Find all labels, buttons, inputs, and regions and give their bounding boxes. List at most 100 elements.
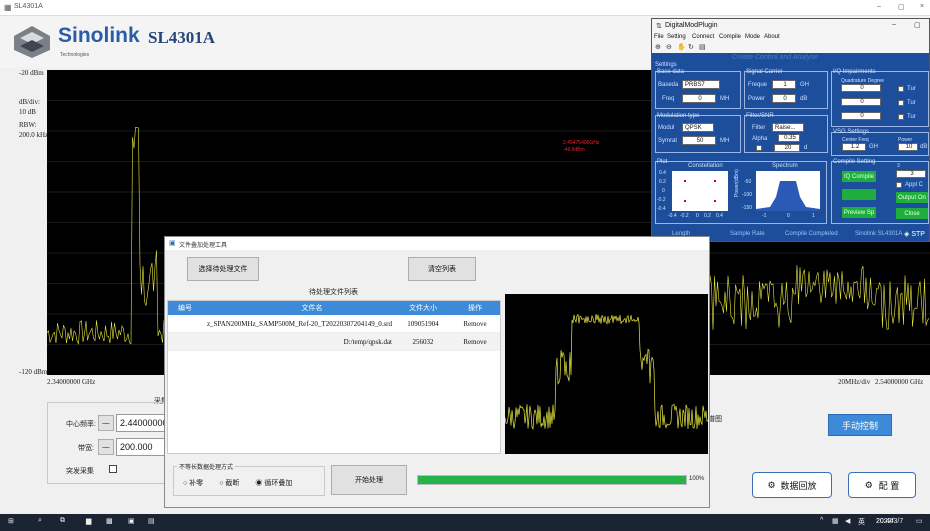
- output-on-button[interactable]: Output On: [896, 192, 928, 203]
- alpha-input[interactable]: 0.35: [778, 134, 800, 142]
- filter-select[interactable]: Raise...: [772, 123, 804, 132]
- radio-unchecked-icon: ○: [219, 480, 224, 487]
- select-files-button[interactable]: 选择待处理文件: [187, 257, 259, 281]
- freq-input[interactable]: 0: [682, 94, 716, 103]
- impairment-input-1[interactable]: 0: [841, 84, 881, 92]
- system-tray-chevron-icon[interactable]: ^: [820, 517, 823, 524]
- status-logo-text: STP: [911, 231, 925, 238]
- start-windows-icon[interactable]: ⊞: [8, 517, 14, 525]
- disabled-compile-button[interactable]: [842, 189, 876, 200]
- config-button[interactable]: ⚙ 配 置: [848, 472, 916, 498]
- file-explorer-icon[interactable]: ▆: [86, 517, 91, 525]
- remove-file-button[interactable]: Remove: [450, 320, 500, 328]
- oversamp-input[interactable]: 3: [896, 170, 926, 178]
- const-x-tick: 0: [696, 213, 699, 219]
- symrat-input[interactable]: 50: [682, 136, 716, 145]
- appl-c-checkbox[interactable]: [896, 182, 902, 188]
- tur-label-3: Tur: [907, 114, 916, 120]
- center-freq-minus-button[interactable]: —: [98, 415, 114, 431]
- app-taskbar-icon-3[interactable]: ▤: [148, 517, 155, 525]
- snr-checkbox[interactable]: [756, 145, 762, 151]
- snr-input[interactable]: 20: [774, 144, 800, 152]
- menu-about[interactable]: About: [764, 34, 780, 40]
- plugin-minimize-button[interactable]: –: [892, 21, 896, 28]
- option-truncate[interactable]: ○ 截断: [219, 478, 239, 488]
- option-loop-stack[interactable]: ◉ 循环叠加: [255, 478, 292, 488]
- bandwidth-minus-button[interactable]: —: [98, 439, 114, 455]
- plugin-close-button[interactable]: Close: [896, 208, 928, 219]
- network-icon[interactable]: ▦: [832, 517, 839, 525]
- burst-label: 突发采集: [66, 468, 94, 475]
- filter-label: Filter: [752, 125, 766, 131]
- vsg-freq-input[interactable]: 1.2: [842, 143, 866, 151]
- window-title-bar: ▦ SL4301A – ▢ ×: [0, 0, 930, 16]
- spec-x-tick: 1: [812, 213, 815, 219]
- start-processing-button[interactable]: 开始处理: [331, 465, 407, 495]
- notification-icon[interactable]: ▭: [916, 517, 923, 525]
- min-level-label: -120 dBm: [19, 368, 48, 376]
- menu-compile[interactable]: Compile: [719, 34, 741, 40]
- base-data-group: [655, 71, 741, 109]
- volume-icon[interactable]: ◀: [845, 517, 850, 525]
- rotate-icon[interactable]: ↻: [688, 43, 694, 51]
- freque-input[interactable]: 1: [772, 80, 796, 89]
- const-x-tick: -0.4: [668, 213, 677, 219]
- table-row[interactable]: z_SPAN200MHz_SAMP500M_Ref-20_T2022030720…: [168, 315, 500, 333]
- tur-checkbox-2[interactable]: [898, 100, 904, 106]
- file-name-cell: D:/temp/qpsk.dat: [343, 337, 392, 346]
- clear-list-button[interactable]: 清空列表: [408, 257, 476, 281]
- playback-button[interactable]: ⚙ 数据回放: [752, 472, 832, 498]
- vsg-power-input[interactable]: 10: [898, 143, 918, 151]
- option-zero-pad[interactable]: ○ 补零: [183, 478, 203, 488]
- impairment-input-2[interactable]: 0: [841, 98, 881, 106]
- plugin-restore-button[interactable]: ▢: [914, 21, 921, 29]
- pan-hand-icon[interactable]: ✋: [677, 43, 686, 51]
- menu-connect[interactable]: Connect: [692, 34, 714, 40]
- app-taskbar-icon[interactable]: ▩: [106, 517, 113, 525]
- base-data-label: Base data: [657, 69, 685, 75]
- freq-label: Freq: [662, 96, 675, 102]
- plugin-menu-bar: File Setting Connect Compile Mode About: [652, 33, 929, 42]
- ime-language[interactable]: 英: [858, 517, 865, 527]
- modulation-select[interactable]: QPSK: [682, 123, 714, 132]
- tur-checkbox-1[interactable]: [898, 86, 904, 92]
- zoom-out-icon[interactable]: ⊖: [666, 43, 672, 51]
- constellation-point: [714, 180, 716, 182]
- save-icon[interactable]: ▤: [699, 43, 706, 51]
- bandwidth-input[interactable]: 200.000: [116, 438, 166, 456]
- table-row[interactable]: D:/temp/qpsk.dat 256032 Remove: [168, 333, 500, 351]
- taskbar: ⊞ ⌕ ⧉ ▆ ▩ ▣ ▤ ^ ▦ ◀ 英 20:44 2022/3/7 ▭: [0, 514, 930, 531]
- menu-file[interactable]: File: [654, 34, 664, 40]
- close-button[interactable]: ×: [920, 3, 924, 10]
- settings-label: Settings: [655, 62, 677, 68]
- impairment-input-3[interactable]: 0: [841, 112, 881, 120]
- manual-control-button[interactable]: 手动控制: [828, 414, 892, 436]
- mode-options: ○ 补零 ○ 截断 ◉ 循环叠加: [183, 478, 292, 488]
- center-freq-input[interactable]: 2.44000000: [116, 414, 168, 432]
- power-input[interactable]: 0: [772, 94, 796, 103]
- menu-mode[interactable]: Mode: [745, 34, 760, 40]
- const-y-tick: 0.2: [659, 179, 666, 185]
- signal-carrier-group: [744, 71, 828, 109]
- plugin-title: DigitalModPlugin: [665, 22, 718, 29]
- burst-checkbox[interactable]: [109, 465, 117, 473]
- plugin-app-icon: ⇅: [656, 23, 662, 30]
- menu-setting[interactable]: Setting: [667, 34, 686, 40]
- iq-compile-button[interactable]: IQ Compile: [842, 171, 876, 182]
- vsg-freq-unit: GH: [869, 144, 878, 150]
- vsg-settings-label: VSG Settings: [833, 129, 870, 135]
- status-brand: Sinolink SL4301A: [855, 231, 903, 237]
- alpha-label: Alpha: [752, 136, 768, 142]
- preview-button[interactable]: Preview Sp: [842, 207, 876, 218]
- remove-file-button[interactable]: Remove: [450, 338, 500, 346]
- restore-button[interactable]: ▢: [898, 3, 905, 11]
- option-label: 补零: [189, 480, 204, 487]
- search-icon[interactable]: ⌕: [38, 517, 42, 525]
- zoom-in-icon[interactable]: ⊕: [655, 43, 661, 51]
- task-view-icon[interactable]: ⧉: [60, 517, 65, 525]
- digital-mod-plugin-window: ⇅ DigitalModPlugin – ▢ File Setting Conn…: [651, 18, 930, 242]
- minimize-button[interactable]: –: [877, 3, 881, 10]
- baseda-select[interactable]: PRBS7: [682, 80, 720, 89]
- tur-checkbox-3[interactable]: [898, 114, 904, 120]
- app-taskbar-icon-2[interactable]: ▣: [128, 517, 135, 525]
